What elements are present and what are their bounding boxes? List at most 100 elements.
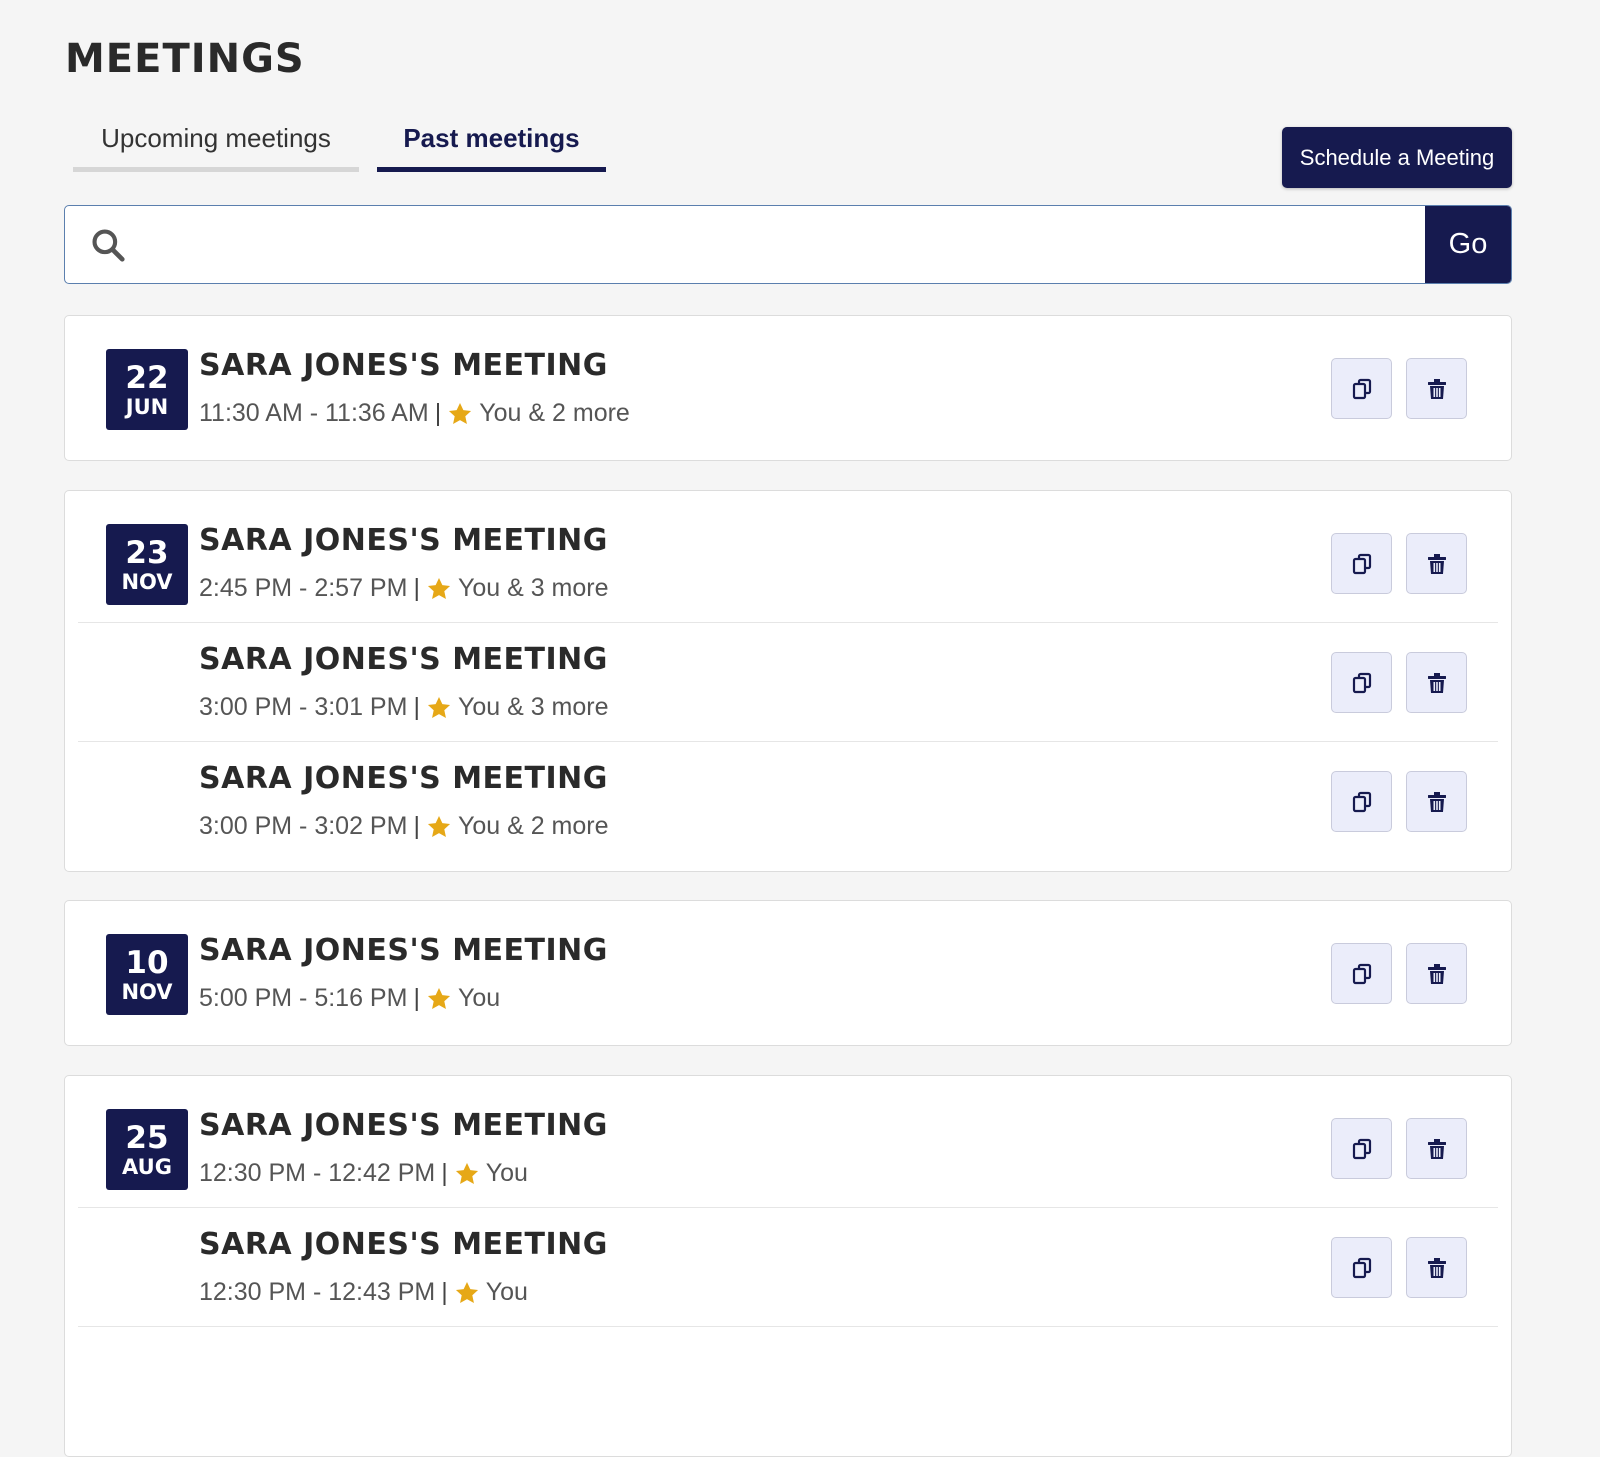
date-month: JUN: [125, 394, 169, 419]
meeting-title[interactable]: SARA JONES'S MEETING: [199, 761, 608, 796]
tab-past-meetings[interactable]: Past meetings: [377, 110, 606, 172]
copy-icon: [1352, 553, 1371, 574]
meeting-participants: You: [485, 1278, 528, 1306]
date-day: 25: [125, 1119, 169, 1156]
date-day: 23: [125, 534, 169, 571]
meeting-time: 12:30 PM - 12:43 PM: [199, 1278, 436, 1306]
meeting-meta: 11:30 AM - 11:36 AM | You & 2 more: [199, 399, 630, 428]
separator: |: [413, 984, 420, 1012]
meeting-row[interactable]: SARA JONES'S MEETING 12:30 PM - 12:43 PM |…: [78, 1208, 1498, 1327]
page-title: MEETINGS: [65, 36, 305, 82]
date-day: 22: [125, 359, 169, 396]
copy-button[interactable]: [1331, 943, 1392, 1004]
date-month: NOV: [121, 569, 173, 594]
meeting-participants: You: [457, 984, 501, 1012]
go-button[interactable]: Go: [1425, 206, 1511, 283]
copy-icon: [1352, 791, 1371, 812]
trash-icon: [1427, 963, 1446, 984]
schedule-meeting-button[interactable]: Schedule a Meeting: [1282, 127, 1512, 188]
copy-button[interactable]: [1331, 1237, 1392, 1298]
search-icon: [92, 229, 125, 262]
date-day: 10: [125, 944, 169, 981]
star-icon: [427, 987, 450, 1009]
meeting-participants: You & 2 more: [457, 812, 609, 840]
separator: |: [441, 1159, 448, 1187]
delete-button[interactable]: [1406, 652, 1467, 713]
meeting-title[interactable]: SARA JONES'S MEETING: [199, 1108, 608, 1143]
meeting-time: 5:00 PM - 5:16 PM: [199, 984, 408, 1012]
copy-button[interactable]: [1331, 358, 1392, 419]
separator: |: [413, 574, 420, 602]
delete-button[interactable]: [1406, 358, 1467, 419]
meeting-meta: 5:00 PM - 5:16 PM | You: [199, 984, 500, 1013]
trash-icon: [1427, 791, 1446, 812]
delete-button[interactable]: [1406, 533, 1467, 594]
trash-icon: [1427, 553, 1446, 574]
date-badge: 23 NOV: [106, 524, 188, 605]
separator: |: [413, 812, 420, 840]
meeting-row[interactable]: 22 JUN SARA JONES'S MEETING 11:30 AM - 11:3…: [78, 329, 1498, 447]
trash-icon: [1427, 1257, 1446, 1278]
meeting-row[interactable]: 25 AUG SARA JONES'S MEETING 12:30 PM - 12:4…: [78, 1089, 1498, 1208]
star-icon: [455, 1162, 478, 1184]
meeting-title[interactable]: SARA JONES'S MEETING: [199, 1227, 608, 1262]
meeting-row[interactable]: 23 NOV SARA JONES'S MEETING 2:45 PM - 2:57 …: [78, 504, 1498, 623]
meeting-participants: You & 3 more: [457, 693, 609, 721]
meeting-row[interactable]: 10 NOV SARA JONES'S MEETING 5:00 PM - 5:16 …: [78, 914, 1498, 1032]
date-month: NOV: [121, 979, 173, 1004]
copy-icon: [1352, 963, 1371, 984]
meeting-participants: You & 2 more: [479, 399, 630, 427]
meeting-group: 25 AUG SARA JONES'S MEETING 12:30 PM - 12:4…: [64, 1075, 1512, 1457]
meeting-row[interactable]: [78, 1327, 1498, 1445]
separator: |: [413, 693, 420, 721]
date-badge: 22 JUN: [106, 349, 188, 430]
delete-button[interactable]: [1406, 1118, 1467, 1179]
meeting-group: 23 NOV SARA JONES'S MEETING 2:45 PM - 2:57 …: [64, 490, 1512, 872]
trash-icon: [1427, 378, 1446, 399]
search-input[interactable]: [145, 206, 1409, 283]
copy-icon: [1352, 1138, 1371, 1159]
search-bar: Go: [64, 205, 1512, 284]
meeting-meta: 12:30 PM - 12:43 PM | You: [199, 1278, 528, 1307]
meeting-title[interactable]: SARA JONES'S MEETING: [199, 642, 608, 677]
star-icon: [427, 815, 450, 837]
meeting-group: 10 NOV SARA JONES'S MEETING 5:00 PM - 5:16 …: [64, 900, 1512, 1046]
meeting-title[interactable]: SARA JONES'S MEETING: [199, 348, 608, 383]
date-badge: 10 NOV: [106, 934, 188, 1015]
meeting-title[interactable]: SARA JONES'S MEETING: [199, 523, 608, 558]
date-month: AUG: [122, 1154, 172, 1179]
meeting-meta: 2:45 PM - 2:57 PM | You & 3 more: [199, 574, 609, 603]
separator: |: [434, 399, 442, 427]
separator: |: [441, 1278, 448, 1306]
trash-icon: [1427, 1138, 1446, 1159]
meeting-time: 3:00 PM - 3:02 PM: [199, 812, 408, 840]
delete-button[interactable]: [1406, 771, 1467, 832]
copy-icon: [1352, 1257, 1371, 1278]
meeting-time: 11:30 AM - 11:36 AM: [199, 399, 429, 427]
meeting-meta: 12:30 PM - 12:42 PM | You: [199, 1159, 528, 1188]
meeting-meta: 3:00 PM - 3:02 PM | You & 2 more: [199, 812, 609, 841]
copy-button[interactable]: [1331, 771, 1392, 832]
copy-button[interactable]: [1331, 533, 1392, 594]
delete-button[interactable]: [1406, 1237, 1467, 1298]
meeting-group: 22 JUN SARA JONES'S MEETING 11:30 AM - 11:3…: [64, 315, 1512, 461]
meeting-participants: You: [485, 1159, 528, 1187]
trash-icon: [1427, 672, 1446, 693]
meeting-time: 2:45 PM - 2:57 PM: [199, 574, 408, 602]
delete-button[interactable]: [1406, 943, 1467, 1004]
meeting-participants: You & 3 more: [457, 574, 609, 602]
copy-button[interactable]: [1331, 1118, 1392, 1179]
star-icon: [427, 577, 450, 599]
star-icon: [449, 402, 472, 424]
meeting-meta: 3:00 PM - 3:01 PM | You & 3 more: [199, 693, 609, 722]
meeting-title[interactable]: SARA JONES'S MEETING: [199, 933, 608, 968]
meeting-time: 3:00 PM - 3:01 PM: [199, 693, 408, 721]
copy-icon: [1352, 672, 1371, 693]
tab-upcoming-meetings[interactable]: Upcoming meetings: [73, 110, 359, 172]
meeting-row[interactable]: SARA JONES'S MEETING 3:00 PM - 3:02 PM | Yo…: [78, 742, 1498, 860]
date-badge: 25 AUG: [106, 1109, 188, 1190]
meeting-time: 12:30 PM - 12:42 PM: [199, 1159, 436, 1187]
copy-button[interactable]: [1331, 652, 1392, 713]
copy-icon: [1352, 378, 1371, 399]
meeting-row[interactable]: SARA JONES'S MEETING 3:00 PM - 3:01 PM | Yo…: [78, 623, 1498, 742]
